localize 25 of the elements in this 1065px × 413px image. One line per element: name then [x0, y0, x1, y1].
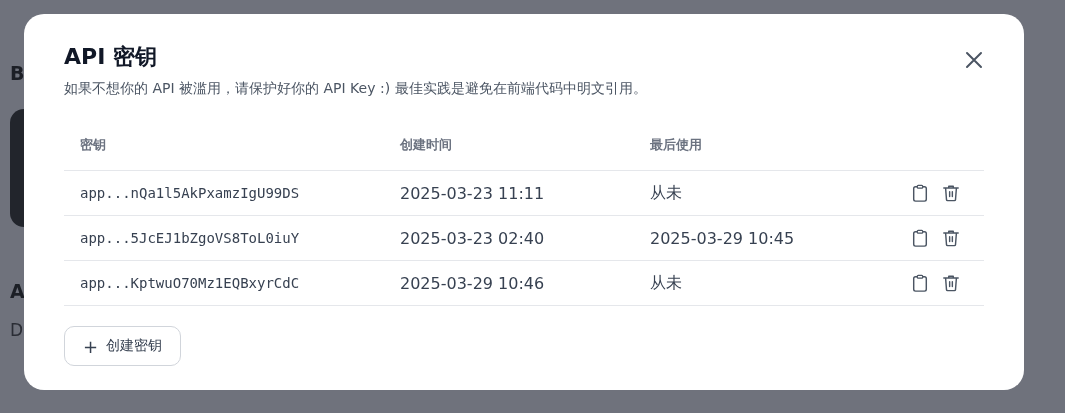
section-heading: A — [10, 280, 25, 302]
column-header: 密钥 — [80, 137, 106, 152]
trash-icon[interactable] — [942, 183, 960, 204]
paragraph-text: D — [10, 320, 24, 340]
create-key-button[interactable]: + 创建密钥 — [64, 326, 182, 366]
clipboard-icon[interactable] — [910, 183, 929, 204]
dialog-description: 如果不想你的 API 被滥用，请保护好你的 API Key :) 最佳实践是避免在前端代码中明文引用。 — [64, 80, 647, 98]
column-header: 创建时间 — [400, 137, 452, 152]
dialog-title: API 密钥 — [64, 43, 158, 71]
clipboard-icon[interactable] — [910, 273, 929, 294]
api-key-text: app...nQa1l5AkPxamzIgU99DS — [80, 185, 300, 201]
api-key-text: app...5JcEJ1bZgoVS8ToL0iuY — [80, 230, 300, 246]
created-time: 2025-03-29 10:46 — [400, 273, 545, 293]
api-key-text: app...KptwuO70Mz1EQBxyrCdC — [80, 275, 300, 291]
last-used-time: 从未 — [650, 182, 682, 202]
last-used-time: 从未 — [650, 272, 682, 292]
created-time: 2025-03-23 02:40 — [400, 228, 545, 248]
close-icon[interactable] — [964, 50, 984, 70]
trash-icon[interactable] — [942, 228, 960, 249]
created-time: 2025-03-23 11:11 — [400, 183, 545, 203]
clipboard-icon[interactable] — [910, 228, 929, 249]
trash-icon[interactable] — [942, 273, 960, 294]
last-used-time: 2025-03-29 10:45 — [650, 228, 795, 248]
section-heading: B — [10, 62, 25, 84]
column-header: 最后使用 — [650, 137, 702, 152]
